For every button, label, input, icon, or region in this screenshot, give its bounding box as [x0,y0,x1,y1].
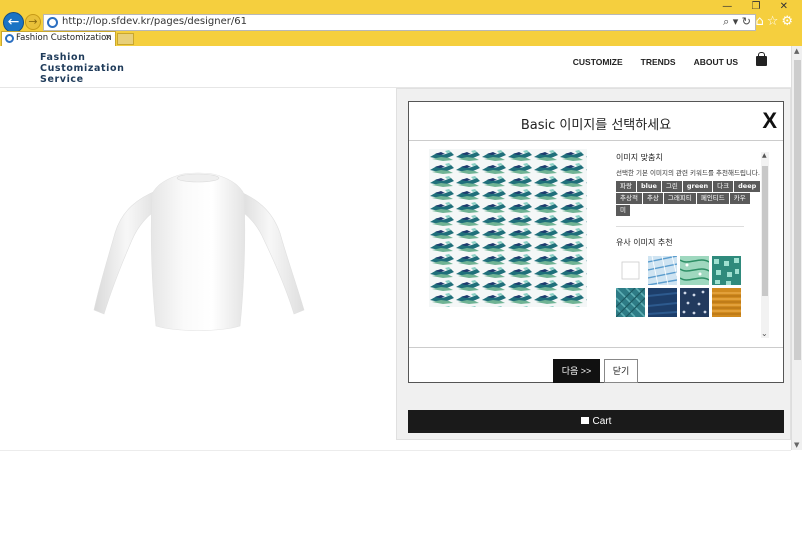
keyword-tag[interactable]: 미 [616,205,630,216]
modal-close-icon[interactable]: X [762,108,777,134]
chevron-down-icon[interactable]: ⌄ [761,329,768,338]
cart-label: Cart [592,416,612,427]
tab-favicon-icon [5,34,14,43]
keyword-description: 선택한 기본 이미지의 관련 키워드를 추천해드립니다. [616,169,760,177]
nav-customize[interactable]: CUSTOMIZE [573,57,623,67]
tshirt-model [93,172,305,331]
site-header: Fashion Customization Service CUSTOMIZE … [0,46,791,88]
toolbar-icons[interactable]: ⌂☆⚙ [755,14,796,29]
keyword-tag[interactable]: 카우 [729,193,750,204]
scrollbar-thumb[interactable] [762,166,768,296]
keyword-tag[interactable]: 추상적 [616,193,642,204]
site-logo[interactable]: Fashion Customization Service [40,52,124,85]
divider [0,450,791,451]
similar-thumb[interactable] [680,256,709,285]
keyword-tag[interactable]: 그린 [661,181,682,192]
similar-heading: 유사 이미지 추천 [616,238,673,247]
scroll-down-icon[interactable]: ▼ [794,441,799,449]
similar-thumb[interactable] [648,288,677,317]
keyword-heading: 이미지 맞춤치 [616,153,663,162]
back-icon[interactable]: ← [3,12,24,33]
designer-panel: Basic 이미지를 선택하세요 X 이미지 맞춤치 선택한 기본 이미지의 관… [396,88,791,440]
similar-images-grid [616,256,761,317]
nav-trends[interactable]: TRENDS [641,57,676,67]
window-controls[interactable]: — ❐ ✕ [722,1,796,12]
shopping-bag-icon [580,417,589,424]
keyword-tag[interactable]: green [682,181,713,192]
tab-close-icon[interactable]: × [104,32,112,45]
page-scrollbar[interactable]: ▲ ▼ [791,46,802,450]
browser-tab[interactable]: Fashion Customization Ser... × [1,31,116,46]
tab-title: Fashion Customization Ser... [16,33,115,43]
scrollbar-thumb[interactable] [794,60,801,360]
keyword-tag[interactable]: 파랑 [616,181,636,192]
close-button[interactable]: 닫기 [604,359,638,383]
similar-thumb[interactable] [616,256,645,285]
keyword-tag[interactable]: blue [636,181,661,192]
keyword-tag[interactable]: 그래피티 [663,193,696,204]
divider [409,140,783,141]
similar-thumb[interactable] [680,288,709,317]
keyword-tag[interactable]: 추상 [642,193,663,204]
address-bar[interactable]: http://lop.sfdev.kr/pages/designer/61 ⌕ … [43,14,756,31]
nav-about-us[interactable]: ABOUT US [694,57,738,67]
new-tab-button[interactable] [117,33,134,45]
cart-button[interactable]: Cart [408,410,784,433]
logo-line-1: Fashion [40,52,86,63]
keyword-tag[interactable]: 페인티드 [696,193,729,204]
url-text[interactable]: http://lop.sfdev.kr/pages/designer/61 [62,16,247,27]
similar-thumb[interactable] [648,256,677,285]
next-button[interactable]: 다음 >> [553,359,600,383]
image-select-modal: Basic 이미지를 선택하세요 X 이미지 맞춤치 선택한 기본 이미지의 관… [408,101,784,383]
recommendation-scrollbar[interactable]: ▲ ⌄ [761,152,769,338]
keyword-tag[interactable]: 다크 [713,181,734,192]
shopping-bag-icon[interactable] [756,52,767,66]
basic-image-preview[interactable] [429,149,587,307]
forward-icon[interactable]: → [25,14,41,30]
logo-line-3: Service [40,74,84,85]
logo-line-2: Customization [40,63,125,74]
keyword-tag[interactable]: deep [734,181,761,192]
divider [409,347,783,348]
scroll-up-icon[interactable]: ▲ [794,47,799,55]
scroll-up-icon[interactable]: ▲ [762,152,767,159]
garment-viewer[interactable] [0,88,395,448]
pattern-swatch [429,149,587,307]
modal-title: Basic 이미지를 선택하세요 [520,118,672,133]
similar-thumb[interactable] [616,288,645,317]
divider [616,226,744,227]
keyword-tags: 파랑 blue 그린 green 다크 deep 추상적 추상 그래피티 페인티… [616,181,761,216]
browser-toolbar: ← → http://lop.sfdev.kr/pages/designer/6… [0,0,802,46]
address-tools[interactable]: ⌕ ▾ ↻ [723,15,751,29]
similar-thumb[interactable] [712,288,741,317]
main-nav: CUSTOMIZE TRENDS ABOUT US [573,52,767,67]
similar-thumb[interactable] [712,256,741,285]
ie-icon [47,17,58,28]
recommendation-panel: 이미지 맞춤치 선택한 기본 이미지의 관련 키워드를 추천해드립니다. 파랑 … [616,152,761,344]
